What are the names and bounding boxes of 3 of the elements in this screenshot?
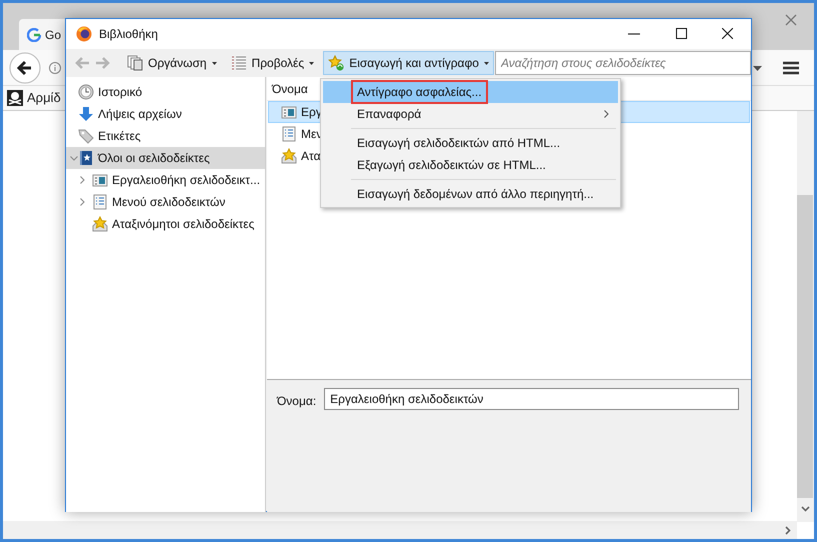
window-title: Βιβλιοθήκη [99,26,158,43]
field-label: Όνομα: [277,393,316,410]
tab-title: Go [45,26,62,44]
